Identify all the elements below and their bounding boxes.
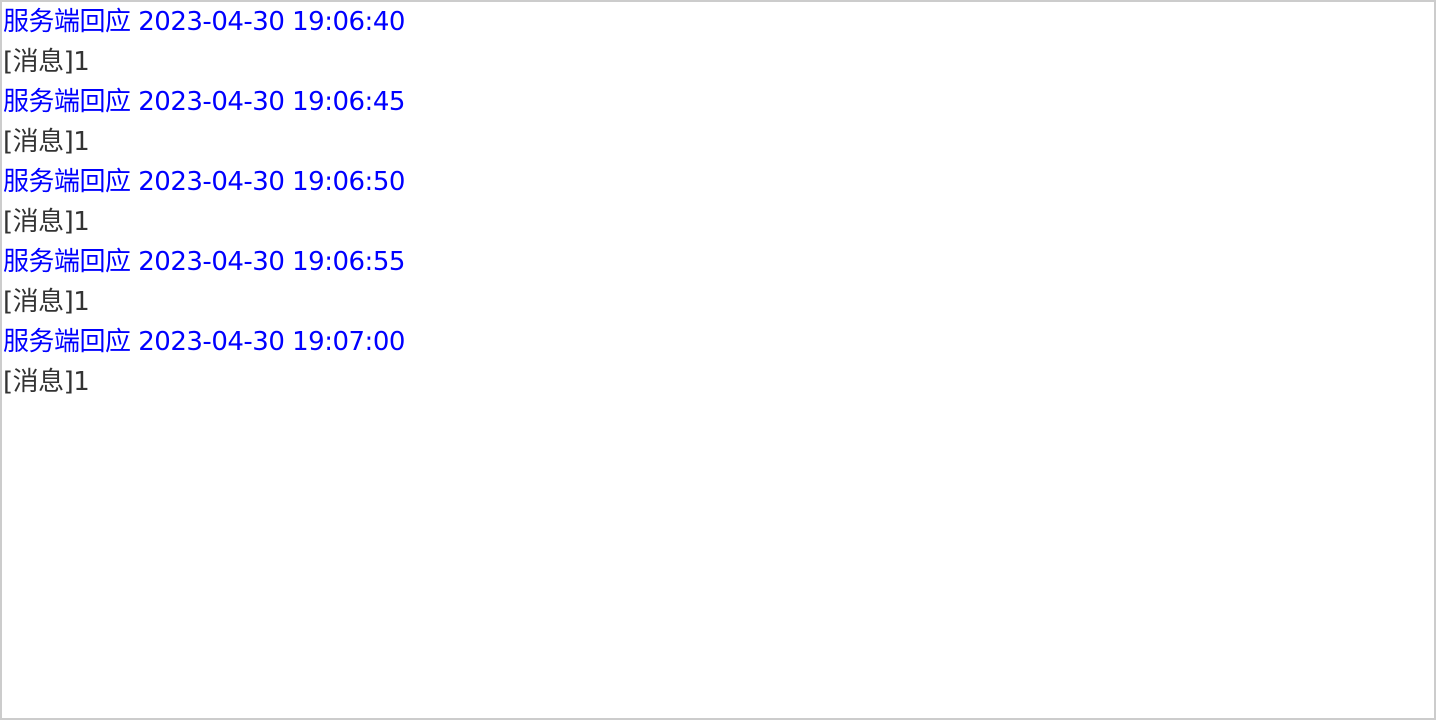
server-response-line: 服务端回应 2023-04-30 19:07:00	[3, 327, 405, 357]
message-log: 服务端回应 2023-04-30 19:06:40 [消息]1 服务端回应 20…	[0, 0, 1436, 720]
message-line: [消息]1	[3, 367, 90, 397]
server-response-line: 服务端回应 2023-04-30 19:06:45	[3, 87, 405, 117]
server-response-line: 服务端回应 2023-04-30 19:06:40	[3, 7, 405, 37]
message-line: [消息]1	[3, 207, 90, 237]
server-response-line: 服务端回应 2023-04-30 19:06:55	[3, 247, 405, 277]
message-line: [消息]1	[3, 47, 90, 77]
message-line: [消息]1	[3, 287, 90, 317]
message-line: [消息]1	[3, 127, 90, 157]
server-response-line: 服务端回应 2023-04-30 19:06:50	[3, 167, 405, 197]
